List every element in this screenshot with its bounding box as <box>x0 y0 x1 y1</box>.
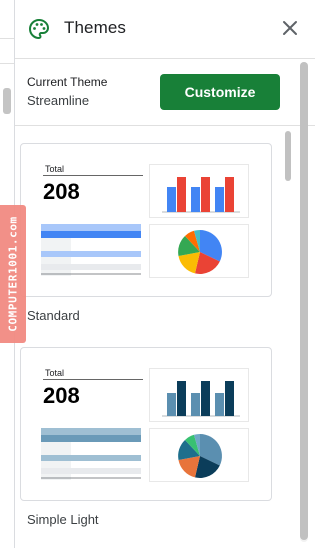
preview-divider <box>43 379 143 380</box>
preview-pie-chart <box>149 428 249 482</box>
watermark-logo: COMPUTER1001.com <box>0 205 26 343</box>
current-theme-section: Current Theme Streamline Customize <box>15 59 315 126</box>
preview-bar-chart <box>149 164 249 218</box>
themes-list: Total 208 Standard Total 208 Simple Ligh… <box>15 126 315 548</box>
sheet-scrollbar[interactable] <box>3 88 11 114</box>
close-icon[interactable] <box>281 19 299 37</box>
theme-name-standard[interactable]: Standard <box>27 308 80 323</box>
preview-table <box>41 224 141 276</box>
preview-bar-chart <box>149 368 249 422</box>
pie-chart-graphic <box>178 433 222 478</box>
theme-name-simple-light[interactable]: Simple Light <box>27 512 99 527</box>
customize-button[interactable]: Customize <box>160 74 280 110</box>
pie-chart-graphic <box>178 229 222 274</box>
preview-table <box>41 428 141 480</box>
preview-pie-chart <box>149 224 249 278</box>
panel-header: Themes <box>15 0 315 59</box>
preview-total-value: 208 <box>43 179 80 204</box>
preview-divider <box>43 175 143 176</box>
themes-scrollbar-thumb[interactable] <box>285 131 291 181</box>
themes-panel: Themes Current Theme Streamline Customiz… <box>15 0 315 548</box>
watermark-text: COMPUTER1001.com <box>6 216 20 332</box>
panel-scrollbar-thumb[interactable] <box>300 62 308 540</box>
current-theme-name: Streamline <box>27 93 90 108</box>
preview-total-label: Total <box>45 164 65 174</box>
theme-card-standard[interactable]: Total 208 <box>20 143 272 297</box>
theme-card-simple-light[interactable]: Total 208 <box>20 347 272 501</box>
grid-line <box>0 63 14 64</box>
current-theme-label: Current Theme <box>27 75 108 89</box>
preview-total-value: 208 <box>43 383 80 408</box>
palette-icon <box>29 18 50 40</box>
preview-total-label: Total <box>45 368 65 378</box>
table-graphic <box>41 428 141 480</box>
bar-chart-graphic <box>162 381 240 417</box>
grid-line <box>0 38 14 39</box>
bar-chart-graphic <box>162 177 240 213</box>
panel-title: Themes <box>64 18 127 37</box>
table-graphic <box>41 224 141 276</box>
